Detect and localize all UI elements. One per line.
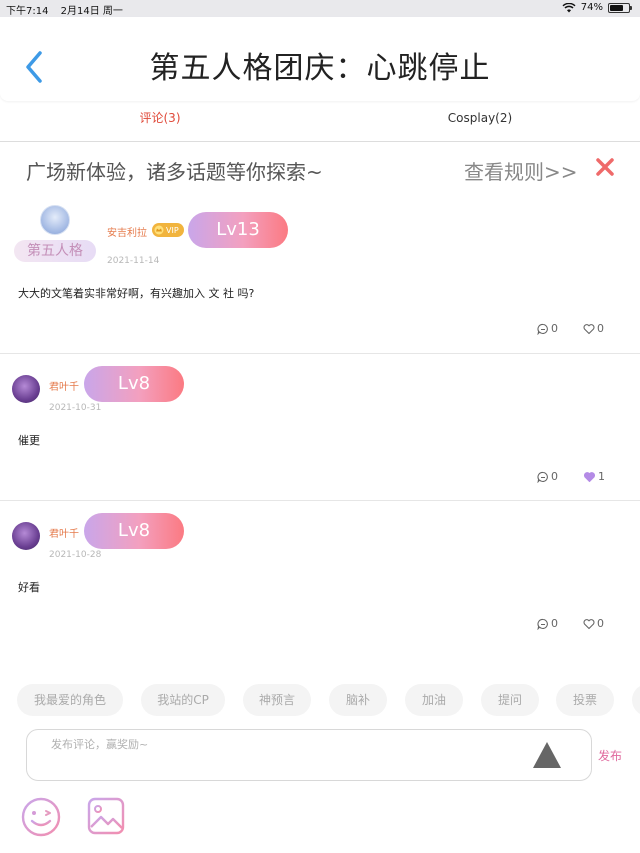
banner-close-button[interactable] [592,154,618,184]
tab-comments[interactable]: 评论(3) [0,104,320,141]
battery-icon [608,2,632,13]
comment-item: 君叶千 Lv8 2021-10-28 好看 0 0 [0,501,640,675]
avatar[interactable] [12,522,40,550]
status-time: 下午7:14 [6,6,49,17]
comment-bubble-icon [537,618,548,630]
comment-text: 催更 [18,434,40,447]
reply-button[interactable]: 0 [537,322,558,335]
send-button[interactable] [532,741,562,773]
comment-input[interactable] [51,738,531,751]
reply-button[interactable]: 0 [537,470,558,483]
heart-icon [583,471,596,482]
comment-text: 好看 [18,581,40,594]
reply-count: 0 [551,322,558,335]
comment-date: 2021-10-28 [49,550,102,560]
topic-chip[interactable]: 脑补 [329,684,387,716]
banner-text: 广场新体验，诸多话题等你探索~ [26,160,323,184]
comment-input-box[interactable] [26,729,592,781]
avatar-badge: 第五人格 [14,240,96,262]
comment-item: 第五人格 安吉利拉 VIP Lv13 2021-11-14 大大的文笔着实非常好… [0,196,640,354]
topic-chip[interactable]: 加油 [405,684,463,716]
topic-chip[interactable]: 投票 [556,684,614,716]
like-button[interactable]: 0 [583,617,604,630]
avatar[interactable] [12,375,40,403]
comment-item: 君叶千 Lv8 2021-10-31 催更 0 1 [0,354,640,501]
tab-bar: 评论(3) Cosplay(2) [0,104,640,142]
level-badge: Lv13 [188,212,288,248]
like-count: 0 [597,617,604,630]
view-rules-link[interactable]: 查看规则>> [464,156,578,185]
avatar[interactable] [40,205,70,235]
crown-icon [154,225,164,235]
status-bar: 下午7:14 2月14日 周一 74% [0,0,640,17]
publish-button[interactable]: 发布 [598,747,622,764]
close-icon [596,158,614,176]
vip-label: VIP [166,225,179,235]
header: 第五人格团庆：心跳停止 [0,17,640,101]
comment-bubble-icon [537,323,548,335]
comment-date: 2021-10-31 [49,403,102,413]
image-button[interactable] [86,796,128,838]
heart-icon [583,618,595,629]
like-button[interactable]: 1 [583,470,605,483]
reply-count: 0 [551,617,558,630]
topic-chip[interactable]: 我站的CP [141,684,225,716]
smiley-icon [21,797,61,837]
status-date: 2月14日 周一 [60,6,123,17]
username[interactable]: 君叶千 [49,525,79,540]
comment-bubble-icon [537,471,548,483]
like-count: 0 [597,322,604,335]
tab-cosplay[interactable]: Cosplay(2) [320,104,640,141]
wifi-icon [562,2,576,12]
reply-count: 0 [551,470,558,483]
comment-text: 大大的文笔着实非常好啊，有兴趣加入 文 社 吗? [18,287,255,300]
topic-chip-row: 我最爱的角色 我站的CP 神预言 脑补 加油 提问 投票 [0,684,640,716]
page-title: 第五人格团庆：心跳停止 [149,51,491,86]
username[interactable]: 君叶千 [49,378,79,393]
level-badge: Lv8 [84,366,184,402]
topic-chip-overflow[interactable] [632,684,640,716]
topic-banner: 广场新体验，诸多话题等你探索~ 查看规则>> [0,143,640,195]
reply-button[interactable]: 0 [537,617,558,630]
like-count: 1 [598,470,605,483]
image-icon [87,797,125,835]
heart-icon [583,323,595,334]
topic-chip[interactable]: 神预言 [243,684,311,716]
level-badge: Lv8 [84,513,184,549]
vip-badge: VIP [152,223,184,237]
topic-chip[interactable]: 提问 [481,684,539,716]
like-button[interactable]: 0 [583,322,604,335]
triangle-send-icon [533,742,561,768]
emoji-button[interactable] [20,796,62,838]
comment-date: 2021-11-14 [107,256,160,266]
username[interactable]: 安吉利拉 [107,224,147,239]
battery-percent: 74% [580,2,603,13]
topic-chip[interactable]: 我最爱的角色 [17,684,123,716]
